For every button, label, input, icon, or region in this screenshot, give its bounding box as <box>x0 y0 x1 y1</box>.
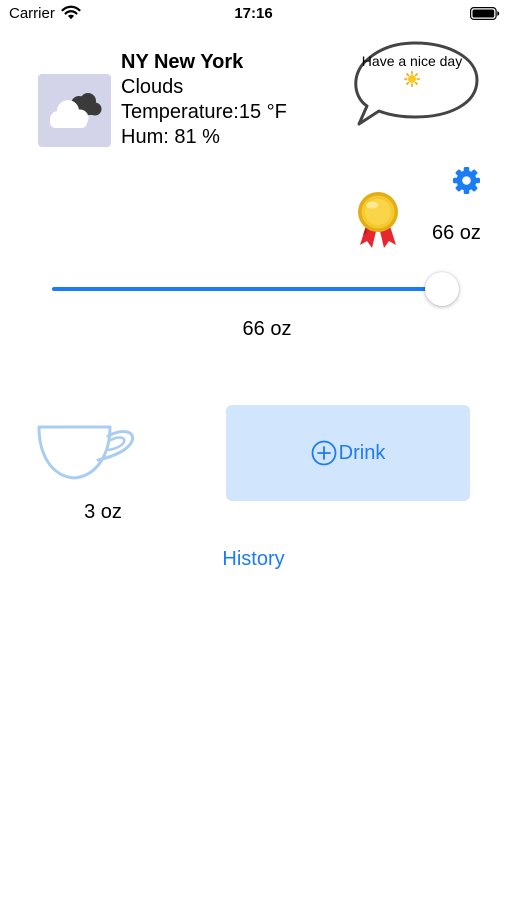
city-name: NY New York <box>121 51 244 73</box>
cup-size-label: 3 oz <box>84 501 122 523</box>
history-link[interactable]: History <box>0 548 507 571</box>
humidity-label: Hum: 81 % <box>121 126 220 148</box>
gear-icon[interactable] <box>452 166 481 195</box>
cloud-icon <box>50 93 102 128</box>
weather-info: NY New York Clouds Temperature:15 °F Hum… <box>121 50 287 150</box>
sun-icon <box>404 71 420 87</box>
slider-fill <box>52 287 442 291</box>
medal-icon <box>358 192 398 248</box>
weather-icon-box <box>38 74 111 147</box>
drink-button-label: Drink <box>338 441 386 464</box>
bubble-text: Have a nice day <box>361 53 463 69</box>
plus-circle-icon <box>311 440 337 466</box>
slider-thumb[interactable] <box>425 272 459 306</box>
temperature-label: Temperature:15 °F <box>121 101 287 123</box>
cup-icon[interactable] <box>36 420 138 482</box>
slider-value-label: 66 oz <box>242 318 292 340</box>
status-time: 17:16 <box>234 5 273 22</box>
bubble-message: Have a nice day <box>360 52 464 90</box>
drink-button[interactable]: Drink <box>226 405 470 501</box>
battery-icon <box>470 7 500 20</box>
goal-label: 66 oz <box>432 222 481 244</box>
weather-condition: Clouds <box>121 76 184 98</box>
